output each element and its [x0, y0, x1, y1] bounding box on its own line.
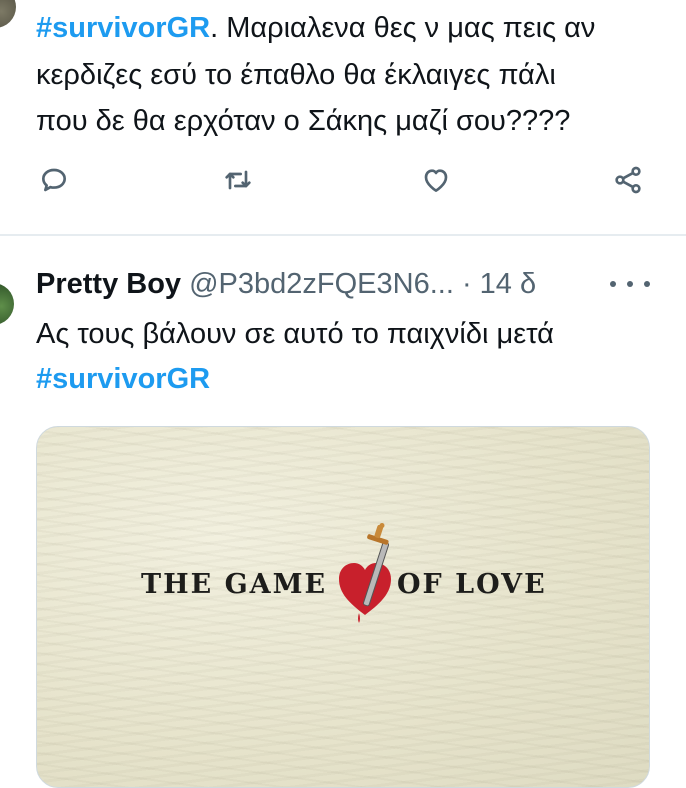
tweet-media-image[interactable]: THE GAME OF LOVE	[36, 426, 650, 788]
more-dot-icon	[644, 281, 650, 287]
logo-text-left: THE GAME	[141, 569, 328, 600]
more-dot-icon	[610, 281, 616, 287]
tweet-divider	[0, 234, 686, 236]
share-icon	[615, 166, 641, 194]
tweet-actions	[0, 160, 686, 214]
more-options-button[interactable]	[610, 267, 650, 301]
tweet-text-line-2: #survivorGR	[36, 357, 210, 401]
display-name[interactable]: Pretty Boy	[36, 268, 181, 300]
tweet-text-line-1: Ας τους βάλουν σε αυτό το παιχνίδι μετά	[36, 318, 554, 350]
avatar[interactable]	[0, 0, 16, 28]
retweet-button[interactable]	[218, 160, 258, 200]
reply-button[interactable]	[34, 160, 74, 200]
tweet-text-line-1: #survivorGR. Μαριαλενα θες ν μας πεις αν	[36, 12, 596, 44]
logo-text-right: OF LOVE	[397, 569, 547, 600]
timestamp[interactable]: · 14 δ	[454, 268, 536, 300]
heart-icon	[424, 169, 448, 192]
hashtag-link[interactable]: #survivorGR	[36, 363, 210, 395]
share-button[interactable]	[608, 160, 648, 200]
more-dot-icon	[627, 281, 633, 287]
retweet-icon	[225, 170, 251, 190]
user-handle[interactable]: @P3bd2zFQE3N6...	[189, 268, 454, 300]
tweet-text-line-3: που δε θα ερχόταν ο Σάκης μαζί σου????	[36, 105, 571, 137]
tweet-header: Pretty Boy @P3bd2zFQE3N6... · 14 δ	[36, 264, 536, 304]
heart-dagger-icon	[339, 523, 391, 623]
avatar[interactable]	[0, 283, 14, 325]
reply-icon	[42, 168, 66, 192]
like-button[interactable]	[416, 160, 456, 200]
hashtag-link[interactable]: #survivorGR	[36, 12, 210, 44]
tweet-text-line-2: κερδιζες εσύ το έπαθλο θα έκλαιγες πάλι	[36, 59, 556, 91]
